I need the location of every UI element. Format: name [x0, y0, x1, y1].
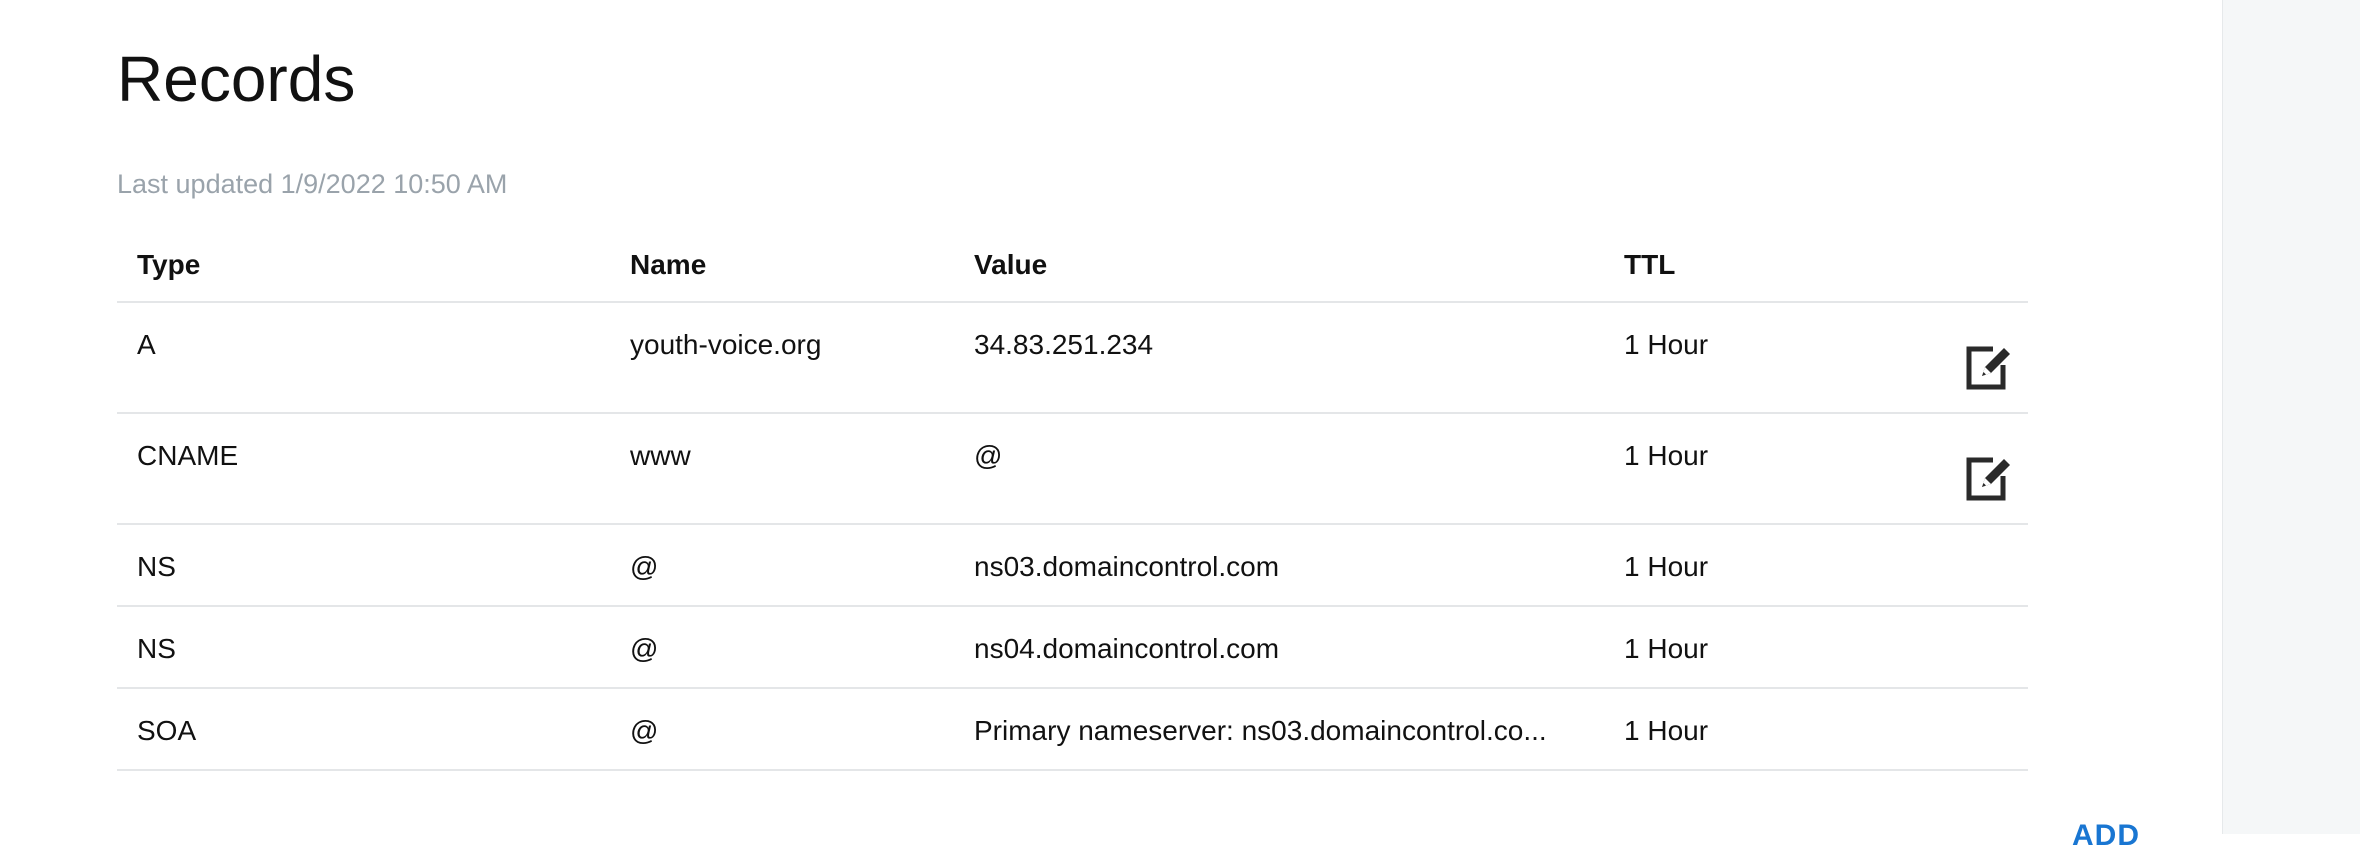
record-name-cell: @ — [630, 715, 659, 746]
table-header: Type Name Value TTL — [117, 228, 2028, 303]
column-header-ttl[interactable]: TTL — [1624, 247, 1844, 283]
edit-icon — [1966, 346, 2010, 390]
record-type-cell: NS — [137, 633, 176, 664]
record-type-cell: A — [137, 329, 156, 360]
records-table: Type Name Value TTL A youth-voice.org 34… — [117, 228, 2028, 771]
record-ttl-cell: 1 Hour — [1624, 440, 1709, 471]
record-value-cell: Primary nameserver: ns03.domaincontrol.c… — [974, 715, 1547, 746]
record-value-cell: @ — [974, 440, 1003, 471]
record-type-cell: CNAME — [137, 440, 239, 471]
record-value-cell: 34.83.251.234 — [974, 329, 1154, 360]
edit-icon — [1966, 457, 2010, 501]
table-row: NS @ ns04.domaincontrol.com 1 Hour — [117, 607, 2028, 689]
record-type-cell: NS — [137, 551, 176, 582]
page-title: Records — [117, 43, 356, 115]
column-header-value[interactable]: Value — [974, 247, 1594, 283]
table-row: NS @ ns03.domaincontrol.com 1 Hour — [117, 525, 2028, 607]
record-ttl-cell: 1 Hour — [1624, 633, 1709, 664]
table-row: A youth-voice.org 34.83.251.234 1 Hour — [117, 303, 2028, 414]
record-value-cell: ns04.domaincontrol.com — [974, 633, 1280, 664]
edit-record-button[interactable] — [1963, 452, 2015, 504]
record-type-cell: SOA — [137, 715, 197, 746]
records-section: Records Last updated 1/9/2022 10:50 AM T… — [117, 0, 2139, 852]
table-row: SOA @ Primary nameserver: ns03.domaincon… — [117, 689, 2028, 771]
record-ttl-cell: 1 Hour — [1624, 715, 1709, 746]
side-panel — [2222, 0, 2360, 834]
column-header-name[interactable]: Name — [630, 247, 960, 283]
record-name-cell: @ — [630, 633, 659, 664]
column-header-type[interactable]: Type — [137, 247, 597, 283]
edit-record-button[interactable] — [1963, 341, 2015, 393]
record-ttl-cell: 1 Hour — [1624, 329, 1709, 360]
last-updated-text: Last updated 1/9/2022 10:50 AM — [117, 169, 508, 199]
record-name-cell: @ — [630, 551, 659, 582]
add-record-button[interactable]: ADD — [2072, 818, 2140, 854]
record-ttl-cell: 1 Hour — [1624, 551, 1709, 582]
record-name-cell: www — [630, 440, 691, 471]
table-row: CNAME www @ 1 Hour — [117, 414, 2028, 525]
record-name-cell: youth-voice.org — [630, 329, 822, 360]
record-value-cell: ns03.domaincontrol.com — [974, 551, 1280, 582]
